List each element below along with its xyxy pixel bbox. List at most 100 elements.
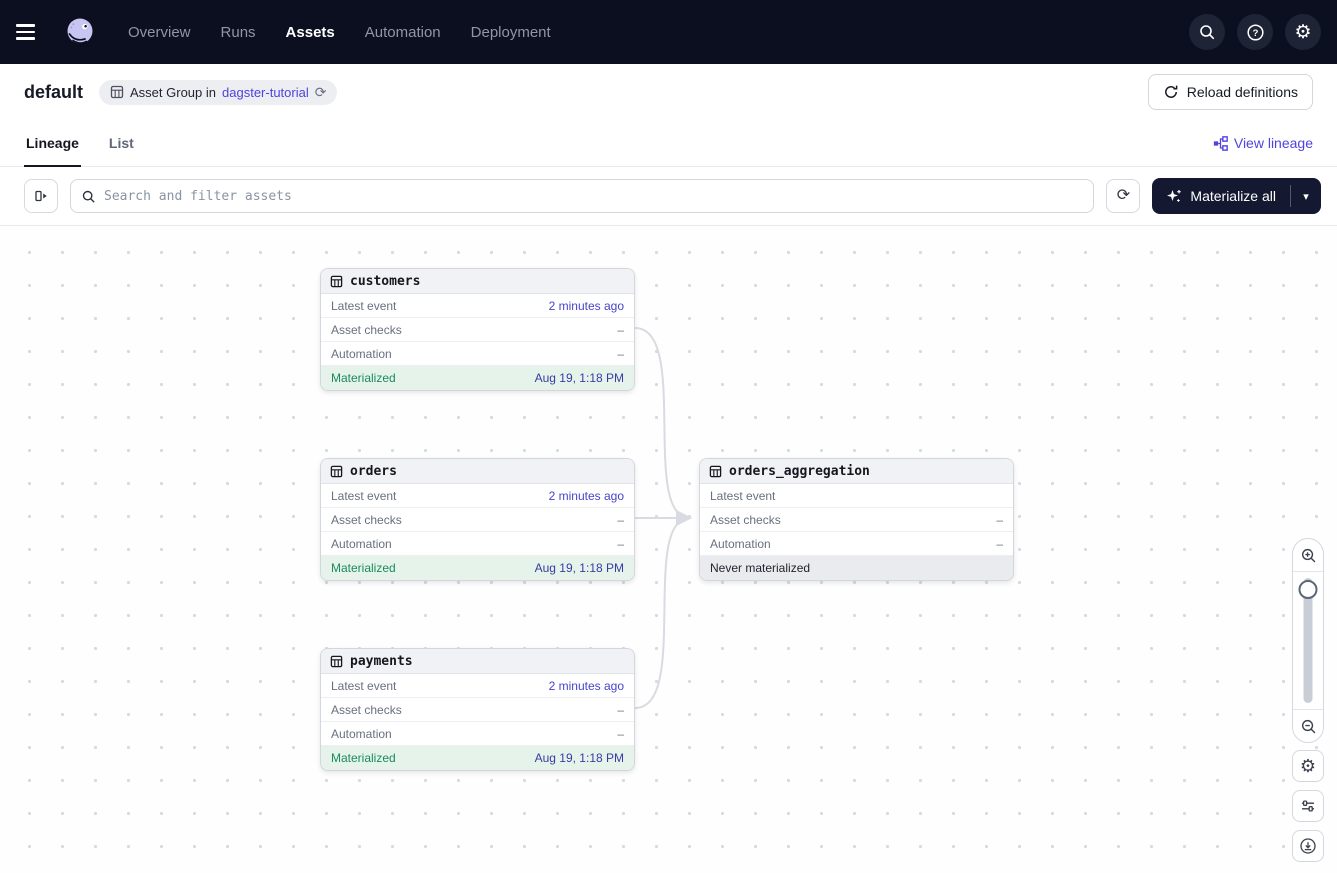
asset-row-automation: Automation–: [700, 532, 1013, 556]
status-timestamp[interactable]: Aug 19, 1:18 PM: [535, 371, 624, 385]
table-icon: [110, 85, 124, 99]
asset-row-automation: Automation –: [321, 342, 634, 366]
asset-row-latest-event: Latest event2 minutes ago: [321, 294, 634, 318]
asset-status-row: Materialized Aug 19, 1:18 PM: [321, 746, 634, 770]
settings-gear-icon[interactable]: ⚙: [1285, 14, 1321, 50]
status-label: Never materialized: [710, 561, 810, 575]
asset-name: payments: [350, 654, 413, 669]
asset-node-customers[interactable]: customersLatest event2 minutes agoAsset …: [320, 268, 635, 391]
materialize-all-button[interactable]: Materialize all: [1152, 178, 1290, 214]
materialize-all-label: Materialize all: [1190, 188, 1276, 204]
asset-node-orders[interactable]: orders Latest event 2 minutes ago Asset che…: [320, 458, 635, 581]
status-timestamp[interactable]: Aug 19, 1:18 PM: [535, 561, 624, 575]
row-value[interactable]: 2 minutes ago: [549, 299, 624, 313]
row-value: –: [617, 727, 624, 741]
graph-toolbar: ⟳ Materialize all ▾: [0, 167, 1337, 225]
search-icon: [81, 189, 96, 204]
hamburger-menu-icon[interactable]: [16, 14, 52, 50]
row-value: –: [617, 323, 624, 337]
status-label: Materialized: [331, 371, 396, 385]
status-timestamp[interactable]: Aug 19, 1:18 PM: [535, 751, 624, 765]
asset-row-asset-checks: Asset checks –: [321, 698, 634, 722]
graph-filters-icon[interactable]: [1292, 790, 1324, 822]
refresh-assets-icon[interactable]: ⟳: [1106, 179, 1140, 213]
status-label: Materialized: [331, 561, 396, 575]
view-lineage-link[interactable]: View lineage: [1213, 135, 1313, 151]
search-icon[interactable]: [1189, 14, 1225, 50]
asset-row-latest-event: Latest event 2 minutes ago: [321, 484, 634, 508]
page-title: default: [24, 82, 83, 103]
table-icon: [709, 465, 722, 478]
row-label: Automation: [331, 347, 392, 361]
svg-text:?: ?: [1252, 28, 1258, 39]
zoom-in-icon[interactable]: [1293, 539, 1323, 572]
tab-list[interactable]: List: [107, 120, 136, 167]
row-label: Asset checks: [331, 703, 402, 717]
tabs-bar: Lineage List View lineage: [0, 120, 1337, 167]
expand-panel-icon[interactable]: [24, 179, 58, 213]
status-label: Materialized: [331, 751, 396, 765]
view-lineage-label: View lineage: [1234, 135, 1313, 151]
asset-row-asset-checks: Asset checks–: [321, 508, 634, 532]
asset-name: customers: [350, 274, 420, 289]
asset-search-box: [70, 179, 1094, 213]
table-icon: [330, 655, 343, 668]
asset-name: orders_aggregation: [729, 464, 870, 479]
nav-item-assets[interactable]: Assets: [286, 20, 335, 45]
zoom-out-icon[interactable]: [1293, 709, 1323, 742]
row-label: Latest event: [710, 489, 775, 503]
zoom-slider: [1293, 572, 1323, 709]
asset-node-orders_aggregation[interactable]: orders_aggregation Latest event Asset chec…: [699, 458, 1014, 581]
row-value: –: [617, 513, 624, 527]
nav-item-automation[interactable]: Automation: [365, 20, 441, 45]
nav-item-runs[interactable]: Runs: [221, 20, 256, 45]
asset-node-payments[interactable]: paymentsLatest event2 minutes agoAsset c…: [320, 648, 635, 771]
lineage-edges: [0, 226, 1337, 873]
row-value[interactable]: 2 minutes ago: [549, 679, 624, 693]
asset-status-row: Never materialized: [700, 556, 1013, 580]
asset-search-input[interactable]: [104, 189, 1083, 204]
zoom-slider-handle[interactable]: [1299, 580, 1318, 599]
primary-nav: Overview Runs Assets Automation Deployment: [128, 20, 551, 45]
lineage-edge-customers-to-orders_aggregation: [635, 328, 690, 518]
asset-node-header: orders_aggregation: [700, 459, 1013, 484]
graph-settings-gear-icon[interactable]: ⚙: [1292, 750, 1324, 782]
table-icon: [330, 465, 343, 478]
dagster-logo-icon[interactable]: [60, 12, 100, 52]
recenter-view-icon[interactable]: [1292, 830, 1324, 862]
reload-definitions-button[interactable]: Reload definitions: [1148, 74, 1313, 110]
badge-refresh-icon[interactable]: ⟳: [315, 85, 327, 99]
row-value: –: [617, 703, 624, 717]
row-label: Automation: [331, 727, 392, 741]
asset-node-header: payments: [321, 649, 634, 674]
lineage-graph-canvas[interactable]: customers Latest event 2 minutes ago Asset …: [0, 225, 1337, 873]
tab-lineage[interactable]: Lineage: [24, 120, 81, 167]
table-icon: [330, 275, 343, 288]
asset-node-header: orders: [321, 459, 634, 484]
page-header: default Asset Group in dagster-tutorial …: [0, 64, 1337, 120]
code-location-link[interactable]: dagster-tutorial: [222, 85, 309, 100]
zoom-panel: [1292, 538, 1324, 743]
lineage-edge-payments-to-orders_aggregation: [635, 518, 690, 708]
row-value: –: [617, 347, 624, 361]
nav-item-deployment[interactable]: Deployment: [471, 20, 551, 45]
row-value: –: [617, 537, 624, 551]
asset-node-header: customers: [321, 269, 634, 294]
navbar-actions: ? ⚙: [1189, 14, 1321, 50]
asset-row-automation: Automation –: [321, 722, 634, 746]
asset-status-row: Materialized Aug 19, 1:18 PM: [321, 366, 634, 390]
materialize-dropdown-caret-icon[interactable]: ▾: [1291, 178, 1321, 214]
asset-status-row: Materialized Aug 19, 1:18 PM: [321, 556, 634, 580]
row-label: Latest event: [331, 489, 396, 503]
asset-row-automation: Automation–: [321, 532, 634, 556]
asset-row-latest-event: Latest event: [700, 484, 1013, 508]
help-icon[interactable]: ?: [1237, 14, 1273, 50]
nav-item-overview[interactable]: Overview: [128, 20, 191, 45]
asset-group-badge-text: Asset Group in: [130, 85, 216, 100]
row-value[interactable]: 2 minutes ago: [549, 489, 624, 503]
lineage-graph-icon: [1213, 136, 1228, 151]
asset-group-badge: Asset Group in dagster-tutorial ⟳: [99, 80, 337, 105]
reload-definitions-label: Reload definitions: [1187, 84, 1298, 100]
asset-row-latest-event: Latest event2 minutes ago: [321, 674, 634, 698]
asset-row-asset-checks: Asset checks–: [700, 508, 1013, 532]
